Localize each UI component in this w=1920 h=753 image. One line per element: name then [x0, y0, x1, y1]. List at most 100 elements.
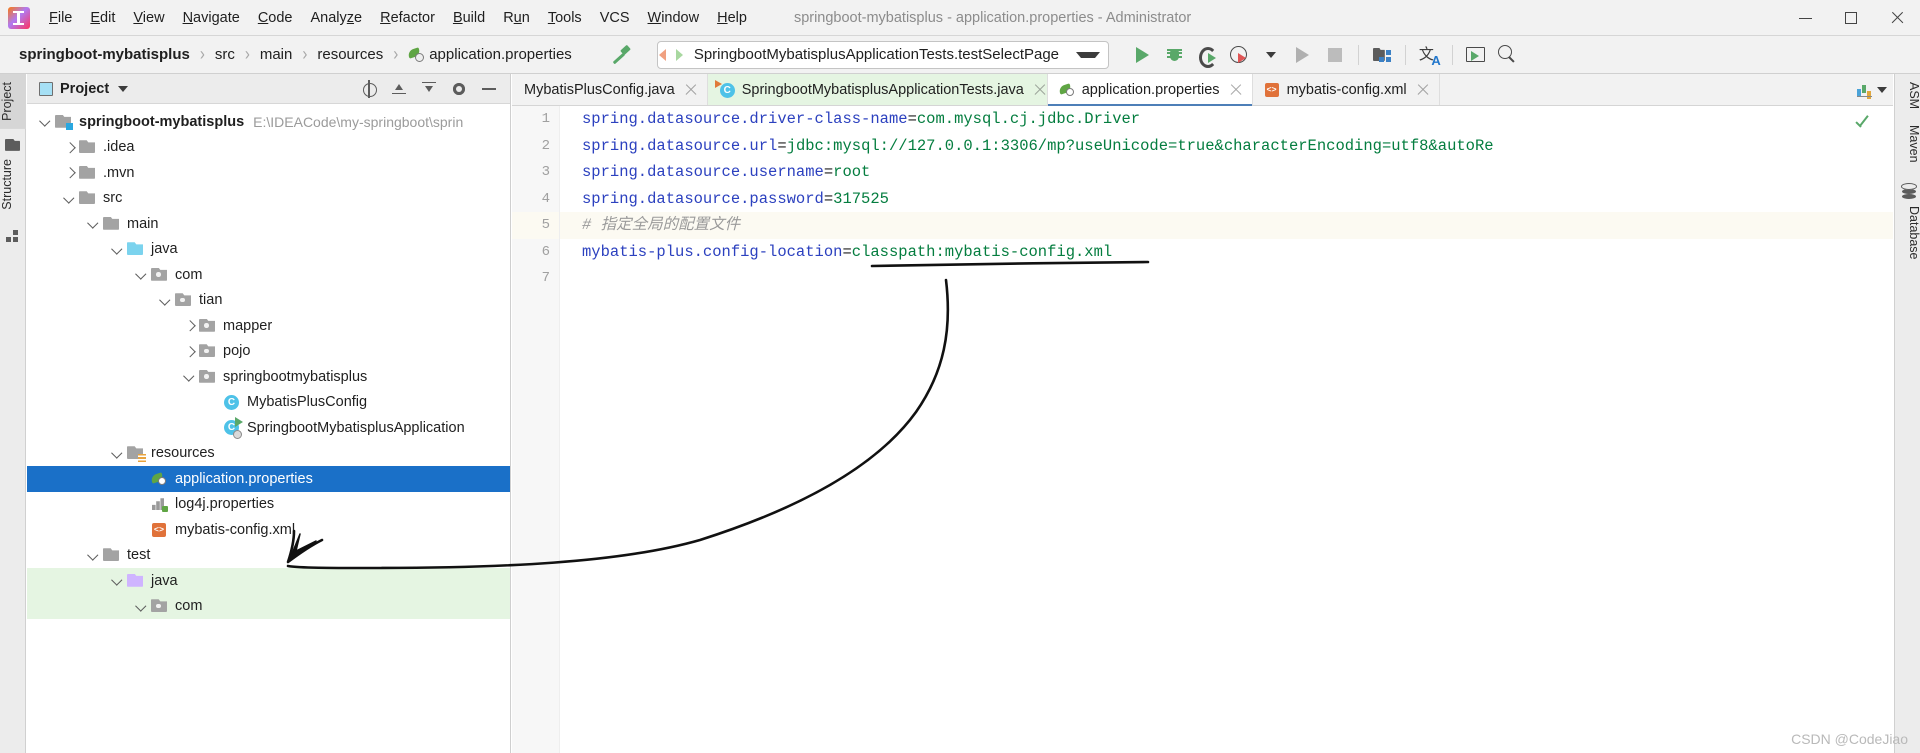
editor-tab-springbootmybatisplusapplicationtests-java[interactable]: SpringbootMybatisplusApplicationTests.ja… — [707, 74, 1048, 105]
chart-icon[interactable] — [1856, 82, 1873, 97]
close-window-button[interactable] — [1874, 0, 1920, 36]
chevron-down-icon[interactable] — [109, 572, 126, 589]
tree-node-springbootmybatisplus[interactable]: springbootmybatisplus — [27, 364, 510, 390]
menu-refactor[interactable]: Refactor — [371, 5, 444, 31]
search-everywhere-button[interactable] — [1492, 40, 1524, 70]
chevron-down-icon[interactable] — [85, 215, 102, 232]
translate-button[interactable] — [1413, 40, 1445, 70]
menu-edit[interactable]: Edit — [81, 5, 124, 31]
tree-node-mapper[interactable]: mapper — [27, 313, 510, 339]
breadcrumb-item-src[interactable]: src — [212, 44, 238, 65]
breadcrumb-item-resources[interactable]: resources — [314, 44, 386, 65]
profile-button[interactable] — [1223, 40, 1255, 70]
chevron-right-icon[interactable] — [181, 317, 198, 334]
tabs-overflow-chevron-down-icon[interactable] — [1877, 86, 1887, 93]
chevron-down-icon[interactable] — [133, 266, 150, 283]
run-with-coverage-button[interactable] — [1191, 40, 1223, 70]
menu-view[interactable]: View — [124, 5, 173, 31]
terminal-button[interactable] — [1460, 40, 1492, 70]
close-icon[interactable] — [1230, 83, 1243, 96]
menu-vcs[interactable]: VCS — [591, 5, 639, 31]
tree-node-mybatis-config-xml[interactable]: mybatis-config.xml — [27, 517, 510, 543]
chevron-right-icon[interactable] — [61, 164, 78, 181]
tree-node-java[interactable]: java — [27, 568, 510, 594]
code-line[interactable]: spring.datasource.driver-class-name=com.… — [560, 106, 1893, 133]
select-opened-file-button[interactable] — [354, 76, 384, 102]
chevron-down-icon[interactable] — [118, 85, 129, 92]
rerun-button[interactable] — [1287, 40, 1319, 70]
build-hammer-icon[interactable] — [609, 43, 633, 67]
chevron-down-icon[interactable] — [61, 190, 78, 207]
tree-node-springbootmybatisplusapplication[interactable]: SpringbootMybatisplusApplication — [27, 415, 510, 441]
chevron-down-icon[interactable] — [37, 113, 54, 130]
code-line[interactable]: spring.datasource.password=317525 — [560, 186, 1893, 213]
code-line[interactable]: mybatis-plus.config-location=classpath:m… — [560, 239, 1893, 266]
settings-gear-icon[interactable] — [444, 76, 474, 102]
close-icon[interactable] — [685, 83, 698, 96]
tree-node-src[interactable]: src — [27, 186, 510, 212]
chevron-down-icon[interactable] — [109, 241, 126, 258]
sidebar-item-project[interactable]: Project — [0, 74, 26, 129]
tree-node-log4j-properties[interactable]: log4j.properties — [27, 492, 510, 518]
tree-node-springboot-mybatisplus[interactable]: springboot-mybatisplus E:\IDEACode\my-spr… — [27, 109, 510, 135]
code-line[interactable]: # 指定全局的配置文件 — [560, 212, 1893, 239]
chevron-down-icon[interactable] — [109, 445, 126, 462]
tree-node-com[interactable]: com — [27, 262, 510, 288]
code-line[interactable]: spring.datasource.username=root — [560, 159, 1893, 186]
code-line[interactable]: spring.datasource.url=jdbc:mysql://127.0… — [560, 133, 1893, 160]
menu-help[interactable]: Help — [708, 5, 756, 31]
project-structure-button[interactable] — [1366, 40, 1398, 70]
tree-node--mvn[interactable]: .mvn — [27, 160, 510, 186]
breadcrumb-item-main[interactable]: main — [257, 44, 296, 65]
menu-tools[interactable]: Tools — [539, 5, 591, 31]
tree-node-test[interactable]: test — [27, 543, 510, 569]
close-icon[interactable] — [1417, 83, 1430, 96]
sidebar-item-database[interactable]: Database — [1895, 198, 1920, 268]
debug-button[interactable] — [1159, 40, 1191, 70]
menu-analyze[interactable]: Analyze — [302, 5, 372, 31]
profile-dropdown-chevron-down-icon[interactable] — [1255, 40, 1287, 70]
sidebar-item-maven[interactable]: Maven — [1895, 117, 1920, 171]
run-button[interactable] — [1127, 40, 1159, 70]
menu-file[interactable]: File — [40, 5, 81, 31]
chevron-right-icon[interactable] — [61, 139, 78, 156]
editor-tab-application-properties[interactable]: application.properties — [1047, 74, 1253, 106]
tree-node-com[interactable]: com — [27, 593, 510, 619]
collapse-all-button[interactable] — [414, 76, 444, 102]
menu-window[interactable]: Window — [639, 5, 709, 31]
code-line[interactable] — [560, 265, 1893, 292]
chevron-down-icon[interactable] — [85, 547, 102, 564]
expand-all-button[interactable] — [384, 76, 414, 102]
code-editor[interactable]: 1 2 3 4 5 6 7 spring.datasource.driver-class-n… — [512, 106, 1893, 753]
menu-navigate[interactable]: Navigate — [174, 5, 249, 31]
chevron-down-icon[interactable] — [133, 598, 150, 615]
tree-node-label: resources — [151, 445, 215, 462]
tree-node-application-properties[interactable]: application.properties — [27, 466, 510, 492]
tree-node-pojo[interactable]: pojo — [27, 339, 510, 365]
close-icon[interactable] — [1034, 83, 1047, 96]
chevron-right-icon[interactable] — [181, 343, 198, 360]
maximize-window-button[interactable] — [1828, 0, 1874, 36]
breadcrumb-item-application-properties[interactable]: application.properties — [405, 44, 575, 65]
menu-code[interactable]: Code — [249, 5, 302, 31]
tree-node-main[interactable]: main — [27, 211, 510, 237]
editor-tab-mybatis-config-xml[interactable]: mybatis-config.xml — [1253, 74, 1440, 105]
breadcrumb-item-springboot-mybatisplus[interactable]: springboot-mybatisplus — [16, 44, 193, 65]
tree-node-tian[interactable]: tian — [27, 288, 510, 314]
menu-run[interactable]: Run — [494, 5, 539, 31]
sidebar-item-asm[interactable]: ASM — [1895, 74, 1920, 117]
tree-node-mybatisplusconfig[interactable]: MybatisPlusConfig — [27, 390, 510, 416]
chevron-down-icon[interactable] — [1075, 51, 1100, 58]
code-content[interactable]: spring.datasource.driver-class-name=com.… — [560, 106, 1893, 753]
tree-node-resources[interactable]: resources — [27, 441, 510, 467]
chevron-down-icon[interactable] — [181, 368, 198, 385]
tree-node--idea[interactable]: .idea — [27, 135, 510, 161]
stop-button[interactable] — [1319, 40, 1351, 70]
editor-tab-mybatisplusconfig-java[interactable]: MybatisPlusConfig.java — [490, 74, 708, 105]
sidebar-item-structure[interactable]: Structure — [0, 151, 26, 218]
menu-build[interactable]: Build — [444, 5, 494, 31]
run-configuration-selector[interactable]: SpringbootMybatisplusApplicationTests.te… — [656, 40, 1109, 69]
tree-node-java[interactable]: java — [27, 237, 510, 263]
chevron-down-icon[interactable] — [157, 292, 174, 309]
minimize-window-button[interactable] — [1782, 0, 1828, 36]
